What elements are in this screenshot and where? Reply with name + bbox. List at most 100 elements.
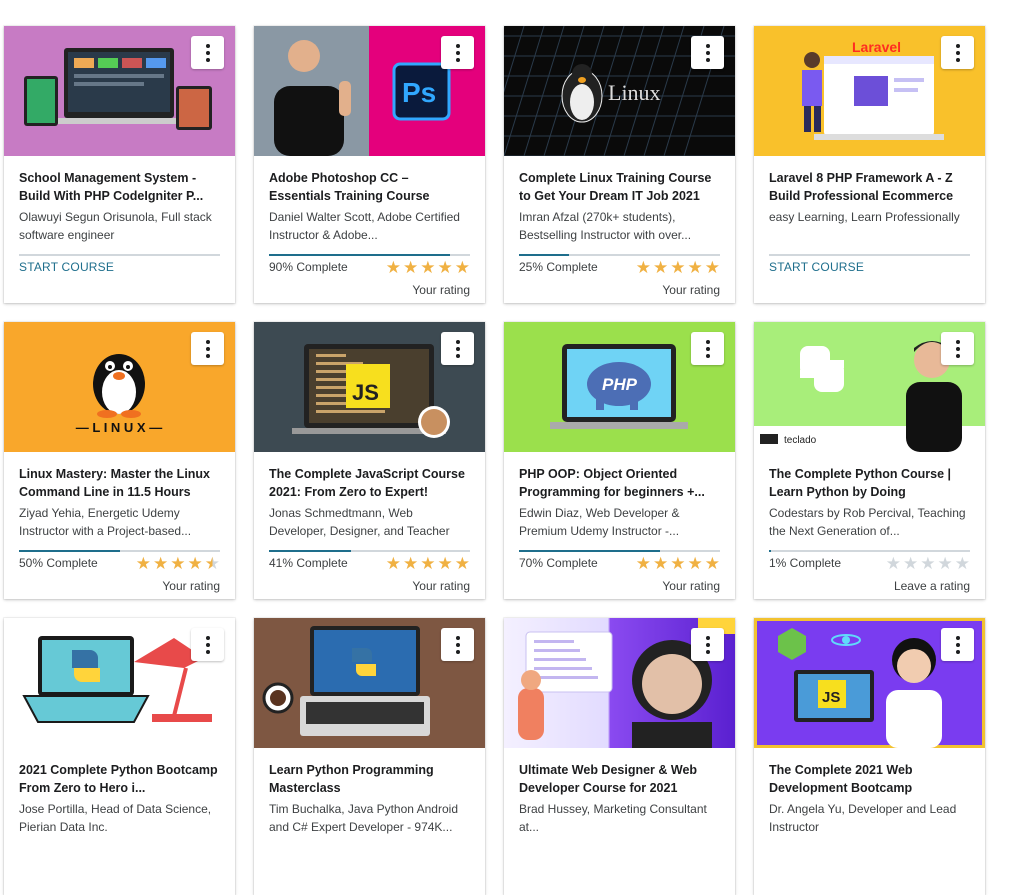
course-card[interactable]: PHP PHP OOP: Object Oriented Programming…: [504, 322, 735, 599]
course-options-button[interactable]: [691, 332, 724, 365]
star-icon[interactable]: ★: [188, 555, 203, 572]
star-icon[interactable]: ★: [955, 555, 970, 572]
course-options-button[interactable]: [191, 36, 224, 69]
course-options-button[interactable]: [691, 628, 724, 661]
course-card[interactable]: Laravel Laravel 8 PHP Framework A - Z Bu…: [754, 26, 985, 303]
rating-label[interactable]: Leave a rating: [894, 579, 970, 593]
star-icon[interactable]: ★: [670, 259, 685, 276]
rating-stars[interactable]: ★ ★ ★ ★ ★: [136, 555, 220, 572]
course-card[interactable]: Ultimate Web Designer & Web Developer Co…: [504, 618, 735, 895]
course-title[interactable]: PHP OOP: Object Oriented Programming for…: [519, 465, 723, 501]
course-options-button[interactable]: [941, 36, 974, 69]
course-instructor: Jonas Schmedtmann, Web Developer, Design…: [269, 506, 450, 538]
star-icon[interactable]: ★: [403, 259, 418, 276]
course-options-button[interactable]: [191, 628, 224, 661]
rating-stars[interactable]: ★ ★ ★ ★ ★: [886, 555, 970, 572]
star-icon[interactable]: ★: [455, 259, 470, 276]
course-card[interactable]: Learn Python Programming Masterclass Tim…: [254, 618, 485, 895]
star-icon[interactable]: ★: [705, 259, 720, 276]
rating-label[interactable]: Your rating: [662, 283, 720, 297]
more-vertical-icon: [955, 43, 960, 62]
more-vertical-icon: [455, 43, 460, 62]
star-icon[interactable]: ★: [386, 555, 401, 572]
star-icon[interactable]: ★: [705, 555, 720, 572]
star-icon[interactable]: ★: [136, 555, 151, 572]
more-vertical-icon: [705, 339, 710, 358]
progress-bar: [769, 550, 970, 552]
rating-label[interactable]: Your rating: [662, 579, 720, 593]
star-icon[interactable]: ★: [420, 555, 435, 572]
star-icon[interactable]: ★: [170, 555, 185, 572]
course-title[interactable]: Adobe Photoshop CC – Essentials Training…: [269, 169, 473, 205]
course-instructor: Brad Hussey, Marketing Consultant at...: [519, 802, 707, 834]
course-options-button[interactable]: [441, 332, 474, 365]
progress-status: 25% Complete: [519, 260, 598, 274]
svg-text:teclado: teclado: [784, 435, 817, 446]
progress-status: 41% Complete: [269, 556, 348, 570]
course-instructor: Codestars by Rob Percival, Teaching the …: [769, 506, 966, 538]
course-card[interactable]: Linux Complete Linux Training Course to …: [504, 26, 735, 303]
star-icon[interactable]: ★: [653, 555, 668, 572]
rating-stars[interactable]: ★ ★ ★ ★ ★: [636, 555, 720, 572]
star-icon[interactable]: ★: [386, 259, 401, 276]
star-icon[interactable]: ★: [438, 555, 453, 572]
star-icon[interactable]: ★: [153, 555, 168, 572]
course-card[interactable]: JS The Complete JavaScript Course 2021: …: [254, 322, 485, 599]
star-icon[interactable]: ★: [688, 555, 703, 572]
rating-stars[interactable]: ★ ★ ★ ★ ★: [386, 259, 470, 276]
course-title[interactable]: Ultimate Web Designer & Web Developer Co…: [519, 761, 723, 797]
course-options-button[interactable]: [941, 628, 974, 661]
star-icon[interactable]: ★: [920, 555, 935, 572]
svg-text:Linux: Linux: [608, 80, 661, 105]
rating-label[interactable]: Your rating: [162, 579, 220, 593]
course-title[interactable]: The Complete Python Course | Learn Pytho…: [769, 465, 973, 501]
more-vertical-icon: [705, 43, 710, 62]
start-course-link[interactable]: START COURSE: [769, 260, 864, 274]
star-icon[interactable]: ★: [903, 555, 918, 572]
more-vertical-icon: [955, 339, 960, 358]
star-icon[interactable]: ★: [636, 259, 651, 276]
course-options-button[interactable]: [941, 332, 974, 365]
more-vertical-icon: [955, 635, 960, 654]
star-icon[interactable]: ★: [438, 259, 453, 276]
course-title[interactable]: The Complete JavaScript Course 2021: Fro…: [269, 465, 473, 501]
course-instructor: Tim Buchalka, Java Python Android and C#…: [269, 802, 458, 834]
star-icon[interactable]: ★: [670, 555, 685, 572]
course-title[interactable]: Linux Mastery: Master the Linux Command …: [19, 465, 223, 501]
course-title[interactable]: School Management System - Build With PH…: [19, 169, 223, 205]
star-icon[interactable]: ★: [886, 555, 901, 572]
star-icon[interactable]: ★: [420, 259, 435, 276]
progress-bar: [519, 254, 720, 256]
course-title[interactable]: Laravel 8 PHP Framework A - Z Build Prof…: [769, 169, 973, 205]
course-options-button[interactable]: [691, 36, 724, 69]
course-grid: School Management System - Build With PH…: [0, 0, 1032, 895]
rating-label[interactable]: Your rating: [412, 579, 470, 593]
course-instructor: Jose Portilla, Head of Data Science, Pie…: [19, 802, 212, 834]
course-card[interactable]: School Management System - Build With PH…: [4, 26, 235, 303]
course-card[interactable]: — L I N U X — Linux Mastery: Master the …: [4, 322, 235, 599]
course-card[interactable]: 2021 Complete Python Bootcamp From Zero …: [4, 618, 235, 895]
rating-stars[interactable]: ★ ★ ★ ★ ★: [386, 555, 470, 572]
course-title[interactable]: 2021 Complete Python Bootcamp From Zero …: [19, 761, 223, 797]
start-course-link[interactable]: START COURSE: [19, 260, 114, 274]
course-options-button[interactable]: [441, 36, 474, 69]
star-icon[interactable]: ★: [688, 259, 703, 276]
course-options-button[interactable]: [441, 628, 474, 661]
course-card[interactable]: teclado The Complete Python Course | Lea…: [754, 322, 985, 599]
svg-text:JS: JS: [352, 380, 379, 405]
star-icon[interactable]: ★: [403, 555, 418, 572]
rating-label[interactable]: Your rating: [412, 283, 470, 297]
course-title[interactable]: Learn Python Programming Masterclass: [269, 761, 473, 797]
star-icon[interactable]: ★: [205, 555, 220, 572]
course-instructor: easy Learning, Learn Professionally: [769, 210, 960, 224]
star-icon[interactable]: ★: [653, 259, 668, 276]
course-card[interactable]: JS The Complete 2021 Web Development Boo…: [754, 618, 985, 895]
star-icon[interactable]: ★: [636, 555, 651, 572]
rating-stars[interactable]: ★ ★ ★ ★ ★: [636, 259, 720, 276]
course-title[interactable]: Complete Linux Training Course to Get Yo…: [519, 169, 723, 205]
star-icon[interactable]: ★: [938, 555, 953, 572]
course-options-button[interactable]: [191, 332, 224, 365]
course-card[interactable]: Ps Adobe Photoshop CC – Essentials Train…: [254, 26, 485, 303]
course-title[interactable]: The Complete 2021 Web Development Bootca…: [769, 761, 973, 797]
star-icon[interactable]: ★: [455, 555, 470, 572]
